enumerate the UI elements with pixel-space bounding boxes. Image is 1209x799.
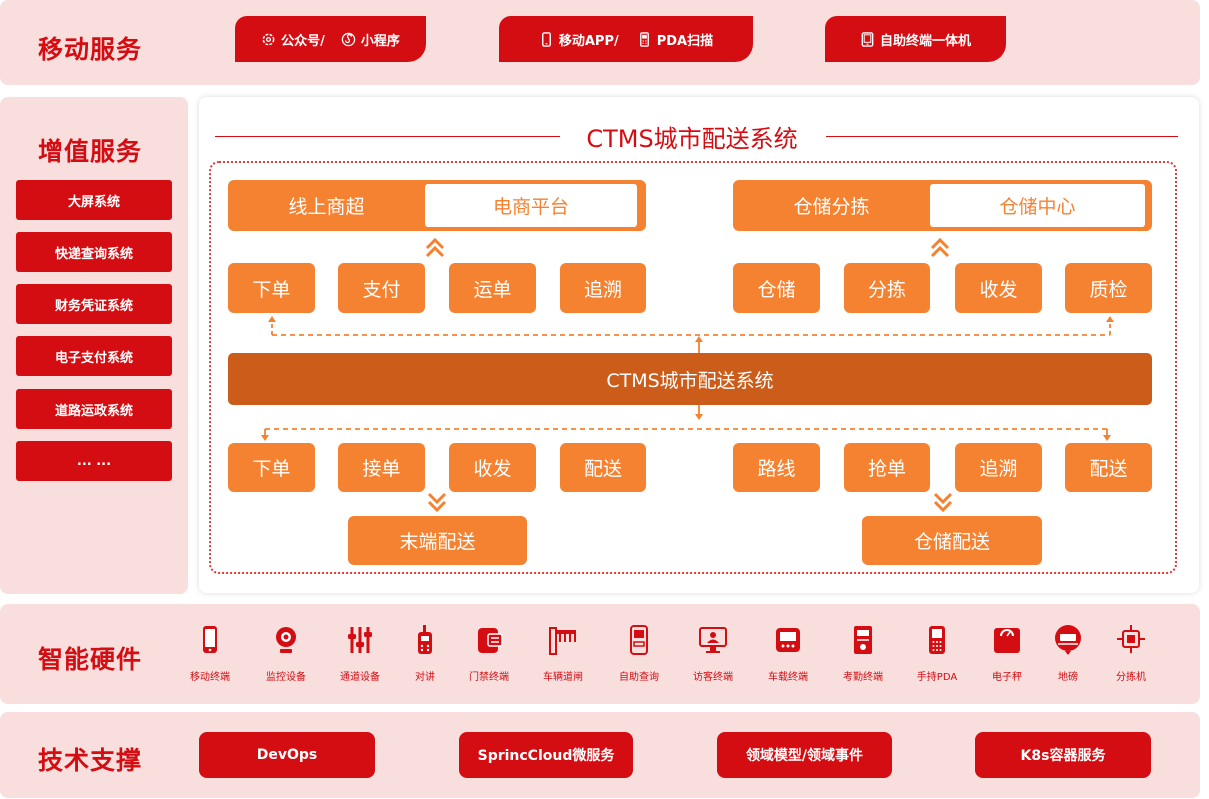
kiosk-icon: [630, 625, 648, 655]
hw-vehicle-terminal-label: 车载终端: [768, 672, 808, 683]
hw-handheld-pda[interactable]: 手持PDA: [902, 624, 972, 683]
hardware-title: 智能硬件: [38, 645, 143, 674]
walkie-talkie-icon: [418, 625, 432, 654]
gate-icon: [348, 627, 372, 653]
spring-cloud-button[interactable]: SprincCloud微服务: [459, 732, 633, 778]
mobile-terminal-icon: [203, 626, 217, 653]
hw-attendance[interactable]: 考勤终端: [828, 624, 898, 683]
visitor-terminal-icon: [699, 627, 727, 653]
access-control-icon: [478, 628, 503, 653]
hw-walkie-talkie[interactable]: 对讲: [390, 624, 460, 683]
attendance-icon: [854, 626, 872, 654]
hw-barrier-gate-label: 车辆道闸: [543, 672, 583, 683]
camera-icon: [276, 627, 296, 653]
hw-kiosk[interactable]: 自助查询: [604, 624, 674, 683]
weighbridge-icon: [1055, 625, 1081, 655]
hw-walkie-talkie-label: 对讲: [415, 672, 435, 683]
hw-camera[interactable]: 监控设备: [251, 624, 321, 683]
hw-visitor-terminal[interactable]: 访客终端: [678, 624, 748, 683]
hw-barrier-gate[interactable]: 车辆道闸: [528, 624, 598, 683]
vehicle-terminal-icon: [776, 628, 800, 652]
hw-camera-label: 监控设备: [266, 672, 306, 683]
hw-kiosk-label: 自助查询: [619, 672, 659, 683]
handheld-pda-icon: [929, 626, 945, 654]
hw-attendance-label: 考勤终端: [843, 672, 883, 683]
hw-vehicle-terminal[interactable]: 车载终端: [753, 624, 823, 683]
hw-weighbridge-label: 地磅: [1058, 672, 1078, 683]
scale-icon: [994, 628, 1020, 653]
devops-button[interactable]: DevOps: [199, 732, 375, 778]
tech-support-title: 技术支撑: [38, 746, 143, 775]
barrier-gate-icon: [549, 627, 576, 655]
domain-model-button[interactable]: 领域模型/领域事件: [717, 732, 892, 778]
hw-access-control[interactable]: 门禁终端: [454, 624, 524, 683]
hw-scale[interactable]: 电子秤: [972, 624, 1042, 683]
hw-scale-label: 电子秤: [992, 672, 1022, 683]
hw-sorter[interactable]: 分拣机: [1096, 624, 1166, 683]
hw-visitor-terminal-label: 访客终端: [693, 672, 733, 683]
hw-mobile-terminal[interactable]: 移动终端: [175, 624, 245, 683]
hw-mobile-terminal-label: 移动终端: [190, 672, 230, 683]
sorter-icon: [1117, 625, 1145, 653]
hw-weighbridge[interactable]: 地磅: [1033, 624, 1103, 683]
hw-gate[interactable]: 通道设备: [325, 624, 395, 683]
hw-gate-label: 通道设备: [340, 672, 380, 683]
hw-sorter-label: 分拣机: [1116, 672, 1146, 683]
k8s-container-button[interactable]: K8s容器服务: [975, 732, 1151, 778]
hw-access-control-label: 门禁终端: [469, 672, 509, 683]
hw-handheld-pda-label: 手持PDA: [916, 672, 958, 683]
